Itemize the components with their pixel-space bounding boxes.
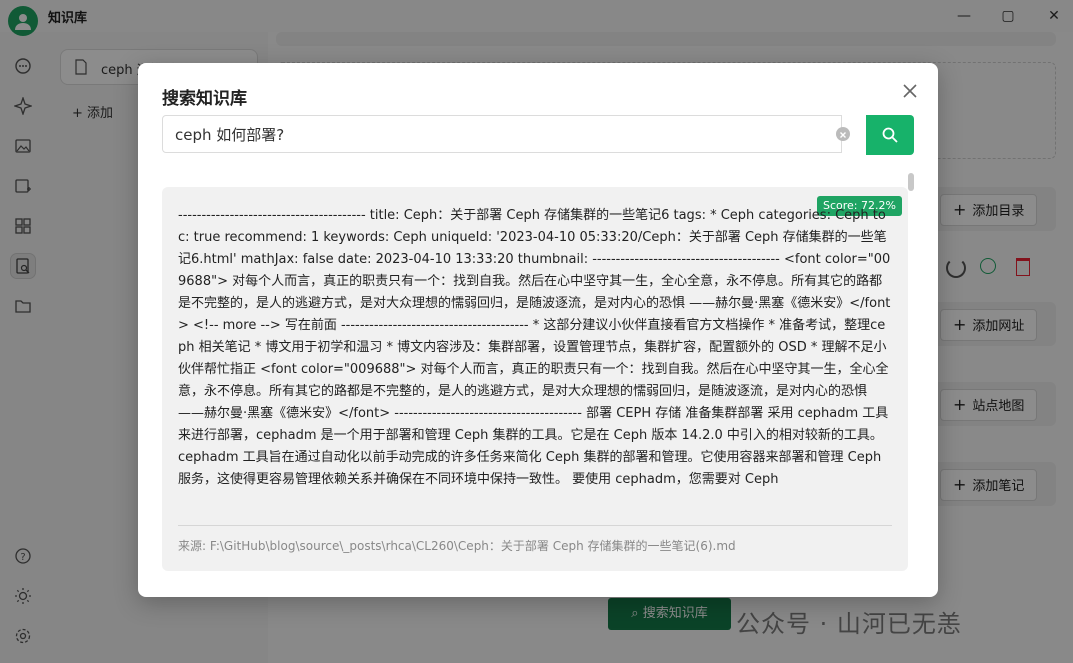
search-input[interactable]: ceph 如何部署? (162, 115, 842, 153)
modal-title: 搜索知识库 (162, 89, 247, 109)
search-result: Score: 72.2% ---------------------------… (162, 187, 908, 571)
watermark: 公众号 · 山河已无恙 (736, 610, 962, 638)
scrollbar[interactable] (908, 173, 914, 191)
clear-icon[interactable] (836, 127, 850, 141)
search-button[interactable] (866, 115, 914, 155)
result-text: ----------------------------------------… (178, 208, 891, 487)
search-modal: 搜索知识库 ceph 如何部署? Score: 72.2% ----------… (138, 63, 938, 597)
search-icon (882, 127, 898, 143)
close-icon[interactable] (900, 81, 920, 101)
divider (178, 525, 892, 526)
result-source: 来源: F:\GitHub\blog\source\_posts\rhca\CL… (178, 539, 736, 553)
